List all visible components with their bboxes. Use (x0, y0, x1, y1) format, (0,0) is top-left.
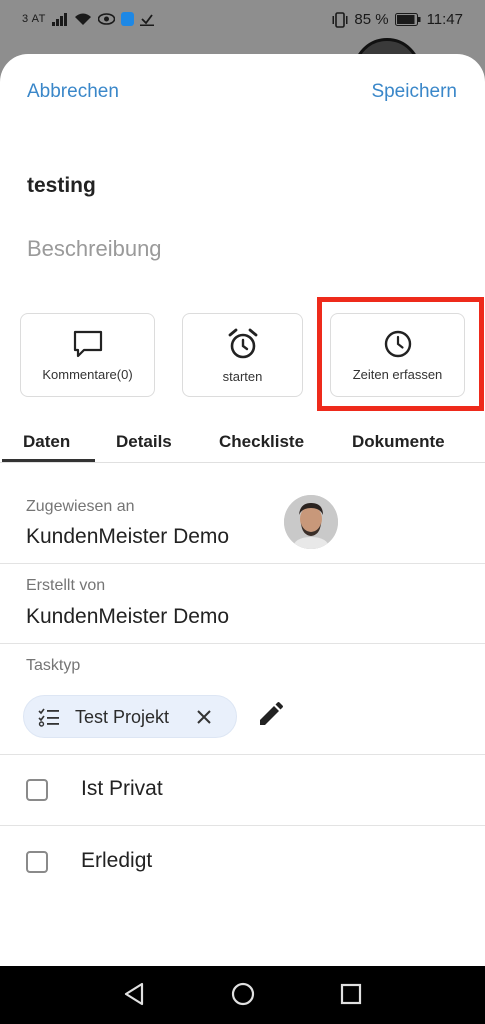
comment-icon (72, 329, 104, 359)
status-left: 3 AT (22, 12, 154, 26)
tab-daten[interactable]: Daten (23, 432, 70, 452)
system-nav-bar (0, 966, 485, 1024)
private-checkbox[interactable] (26, 779, 48, 801)
done-checkbox[interactable] (26, 851, 48, 873)
battery-icon (394, 13, 421, 26)
divider (0, 754, 485, 755)
private-label: Ist Privat (81, 777, 163, 800)
avatar[interactable] (284, 495, 338, 549)
alarm-clock-icon (226, 327, 260, 361)
tab-details[interactable]: Details (116, 432, 172, 452)
vibrate-icon (332, 11, 348, 28)
comments-label: Kommentare(0) (42, 366, 133, 382)
checklist-icon (38, 707, 60, 727)
tab-dokumente[interactable]: Dokumente (352, 432, 445, 452)
clock-time: 11:47 (426, 11, 463, 28)
comments-card[interactable]: Kommentare(0) (20, 313, 155, 397)
tasktype-chip-label: Test Projekt (75, 707, 170, 727)
start-card[interactable]: starten (182, 313, 303, 397)
assigned-value[interactable]: KundenMeister Demo (26, 525, 229, 549)
start-label: starten (222, 368, 263, 384)
download-check-icon (139, 13, 154, 26)
signal-icon (51, 12, 68, 26)
close-icon[interactable] (195, 708, 213, 726)
battery-percent: 85 % (354, 11, 389, 28)
tabs-divider (0, 462, 485, 463)
assigned-label: Zugewiesen an (26, 498, 135, 515)
edit-pencil-icon[interactable] (256, 701, 284, 729)
shield-icon (120, 12, 134, 26)
description-input[interactable] (22, 229, 442, 269)
tasktype-chip[interactable]: Test Projekt (23, 695, 237, 738)
divider (0, 825, 485, 826)
eye-icon (97, 13, 115, 25)
status-bar: 3 AT 85 % 11:47 (0, 0, 485, 40)
divider (0, 643, 485, 644)
task-edit-sheet: Abbrechen Speichern testing Kommentare(0… (0, 54, 485, 966)
cancel-button[interactable]: Abbrechen (27, 81, 119, 103)
divider (0, 563, 485, 564)
save-button[interactable]: Speichern (371, 81, 457, 103)
highlight-box (317, 297, 484, 411)
tasktype-label: Tasktyp (26, 657, 81, 674)
created-value: KundenMeister Demo (26, 605, 230, 628)
status-right: 85 % 11:47 (332, 11, 463, 28)
done-label: Erledigt (81, 849, 153, 872)
home-icon[interactable] (230, 981, 256, 1007)
recents-icon[interactable] (339, 981, 363, 1007)
created-label: Erstellt von (26, 577, 106, 594)
task-title[interactable]: testing (27, 174, 96, 198)
tab-checkliste[interactable]: Checkliste (219, 432, 304, 452)
back-icon[interactable] (122, 981, 146, 1007)
carrier-label: 3 AT (22, 13, 46, 25)
wifi-icon (74, 13, 92, 26)
